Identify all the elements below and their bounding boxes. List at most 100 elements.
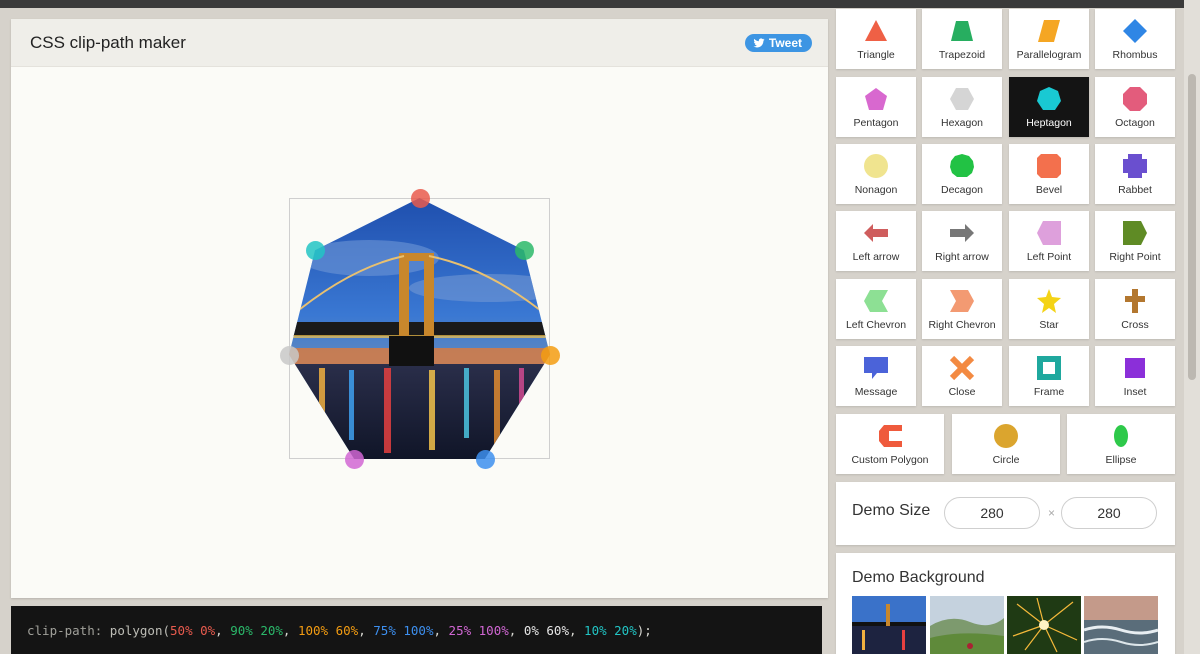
shape-label: Left arrow <box>852 251 900 263</box>
shape-option[interactable]: Ellipse <box>1067 414 1175 474</box>
close-icon <box>949 355 975 386</box>
shape-option[interactable]: Right Point <box>1095 211 1175 271</box>
code-function: polygon( <box>109 622 171 638</box>
page-title: CSS clip-path maker <box>30 32 186 52</box>
polygon-handle[interactable] <box>345 450 365 469</box>
bevel-icon <box>1036 153 1062 184</box>
bridge-night-thumbnail[interactable] <box>852 596 926 654</box>
shape-label: Right Point <box>1109 251 1161 263</box>
right-chevron-icon <box>949 288 975 319</box>
code-point: 50% 0% <box>170 622 216 638</box>
shape-option[interactable]: Left Chevron <box>836 279 916 339</box>
shape-option[interactable]: Close <box>922 346 1002 406</box>
circle-icon <box>993 423 1019 454</box>
page-scrollbar[interactable] <box>1184 0 1200 654</box>
shape-label: Rhombus <box>1112 49 1158 61</box>
trapezoid-icon <box>949 18 975 49</box>
shape-label: Octagon <box>1115 117 1155 129</box>
shape-option[interactable]: Circle <box>952 414 1060 474</box>
shape-label: Bevel <box>1035 184 1063 196</box>
shape-label: Trapezoid <box>938 49 986 61</box>
triangle-icon <box>863 18 889 49</box>
polygon-handle[interactable] <box>541 345 560 365</box>
shape-option[interactable]: Nonagon <box>836 144 916 204</box>
shape-label: Close <box>948 386 976 398</box>
shape-label: Triangle <box>857 49 895 61</box>
pentagon-icon <box>863 86 889 117</box>
shape-option[interactable]: Trapezoid <box>922 9 1002 69</box>
shape-option[interactable]: Parallelogram <box>1009 9 1089 69</box>
shape-option[interactable]: Inset <box>1095 346 1175 406</box>
nonagon-icon <box>863 153 889 184</box>
cross-icon <box>1122 288 1148 319</box>
shape-option[interactable]: Hexagon <box>922 77 1002 137</box>
shape-option[interactable]: Heptagon <box>1009 77 1089 137</box>
hills-landscape-thumbnail[interactable] <box>930 596 1004 654</box>
shape-option[interactable]: Message <box>836 346 916 406</box>
shape-option[interactable]: Rabbet <box>1095 144 1175 204</box>
shape-label: Pentagon <box>853 117 899 129</box>
shape-label: Inset <box>1123 386 1147 398</box>
demo-width-input[interactable] <box>944 497 1040 529</box>
octagon-icon <box>1122 86 1148 117</box>
demo-background-panel: Demo Background <box>836 553 1175 654</box>
shape-label: Decagon <box>940 184 984 196</box>
editor-panel: CSS clip-path maker Tweet <box>11 19 828 598</box>
shape-label: Left Chevron <box>845 319 907 331</box>
shape-label: Star <box>1039 319 1059 331</box>
polygon-handle[interactable] <box>475 450 495 469</box>
inset-icon <box>1122 355 1148 386</box>
shape-option[interactable]: Star <box>1009 279 1089 339</box>
clip-path-code[interactable]: clip-path: polygon(50% 0%, 90% 20%, 100%… <box>11 606 822 654</box>
shape-option[interactable]: Pentagon <box>836 77 916 137</box>
sparkler-fireworks-thumbnail[interactable] <box>1007 596 1081 654</box>
shape-label: Ellipse <box>1105 454 1137 466</box>
editor-header: CSS clip-path maker Tweet <box>11 19 828 67</box>
shape-label: Hexagon <box>940 117 984 129</box>
polygon-handle[interactable] <box>410 189 430 208</box>
shape-label: Circle <box>992 454 1020 466</box>
shape-option[interactable]: Right Chevron <box>922 279 1002 339</box>
shape-option[interactable]: Bevel <box>1009 144 1089 204</box>
shape-label: Cross <box>1121 319 1149 331</box>
shape-option[interactable]: Left arrow <box>836 211 916 271</box>
demo-height-input[interactable] <box>1061 497 1157 529</box>
shape-option[interactable]: Decagon <box>922 144 1002 204</box>
tweet-button[interactable]: Tweet <box>744 33 812 52</box>
demo-size-panel: Demo Size × <box>836 482 1175 545</box>
frame-icon <box>1036 355 1062 386</box>
shape-label: Heptagon <box>1026 117 1072 129</box>
shape-option[interactable]: Rhombus <box>1095 9 1175 69</box>
code-closing: ); <box>636 622 652 638</box>
ocean-waves-thumbnail[interactable] <box>1084 596 1158 654</box>
clip-stage <box>11 67 828 598</box>
shape-option[interactable]: Cross <box>1095 279 1175 339</box>
code-point: 100% 60% <box>297 622 359 638</box>
custom-polygon-icon <box>877 423 903 454</box>
shape-option[interactable]: Octagon <box>1095 77 1175 137</box>
rabbet-icon <box>1122 153 1148 184</box>
right-point-icon <box>1122 220 1148 251</box>
polygon-handle[interactable] <box>280 345 299 365</box>
size-separator: × <box>1048 506 1056 520</box>
shape-option[interactable]: Triangle <box>836 9 916 69</box>
shape-label: Nonagon <box>854 184 898 196</box>
shape-option[interactable]: Left Point <box>1009 211 1089 271</box>
message-icon <box>863 355 889 386</box>
code-point: 75% 100% <box>373 622 434 638</box>
parallelogram-icon <box>1036 18 1062 49</box>
scrollbar-thumb[interactable] <box>1188 74 1196 380</box>
left-arrow-icon <box>863 220 889 251</box>
shape-option[interactable]: Right arrow <box>922 211 1002 271</box>
shape-label: Left Point <box>1026 251 1072 263</box>
polygon-handle[interactable] <box>514 241 534 261</box>
shape-option[interactable]: Frame <box>1009 346 1089 406</box>
code-point: 10% 20% <box>584 622 637 638</box>
left-point-icon <box>1036 220 1062 251</box>
star-icon <box>1036 288 1062 319</box>
demo-size-label: Demo Size <box>852 502 931 519</box>
shape-option[interactable]: Custom Polygon <box>836 414 944 474</box>
code-point: 90% 20% <box>230 622 283 638</box>
shape-label: Rabbet <box>1118 184 1152 196</box>
shape-label: Frame <box>1033 386 1065 398</box>
